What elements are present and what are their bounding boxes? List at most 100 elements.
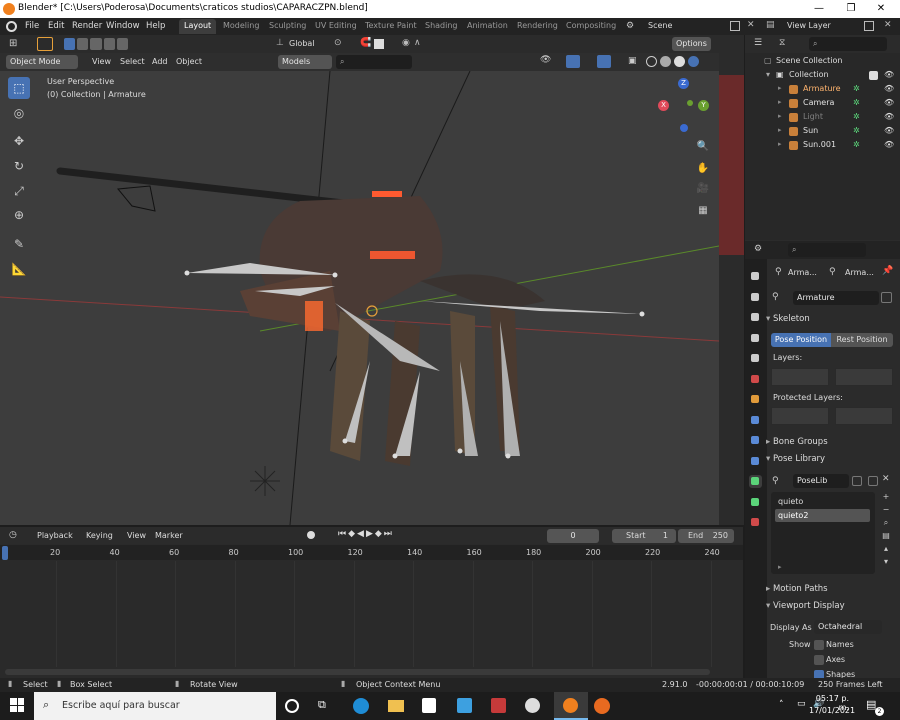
add-pose-icon[interactable]: + <box>880 492 892 503</box>
gizmo-x-axis[interactable]: X <box>658 100 669 111</box>
new-scene-icon[interactable] <box>730 21 740 31</box>
expand-icon[interactable]: ▸ <box>778 112 782 120</box>
scene-name[interactable]: Scene <box>648 21 672 30</box>
eye-icon[interactable]: 👁 <box>884 112 894 121</box>
visibility-icon[interactable]: 👁 <box>540 55 551 65</box>
view-layer-tab-icon[interactable] <box>749 332 762 345</box>
move-up-icon[interactable]: ▴ <box>880 544 892 555</box>
outliner-item[interactable]: ▸ Camera ✲ 👁 <box>760 98 900 112</box>
eye-icon[interactable]: 👁 <box>884 70 894 79</box>
apply-pose-icon[interactable]: ⌕ <box>880 518 892 529</box>
overlay-toggle-icon[interactable] <box>597 55 611 68</box>
network-icon[interactable]: ▭ <box>797 699 806 709</box>
protected-layers-grid-left[interactable] <box>771 407 829 425</box>
object-mode-dropdown[interactable]: Object Mode <box>6 55 78 69</box>
new-view-layer-icon[interactable] <box>864 21 874 31</box>
menu-edit[interactable]: Edit <box>48 21 64 31</box>
viewport-menu-object[interactable]: Object <box>176 57 202 66</box>
tool-tab-icon[interactable] <box>749 270 762 283</box>
timeline-menu-marker[interactable]: Marker <box>155 531 183 540</box>
remove-pose-icon[interactable]: − <box>880 505 892 516</box>
object-data-icon[interactable]: ✲ <box>853 98 860 107</box>
gizmo-z-axis[interactable]: Z <box>678 78 689 89</box>
outliner-item[interactable]: ▸ Light ✲ 👁 <box>760 112 900 126</box>
world-tab-icon[interactable] <box>749 373 762 386</box>
expand-icon[interactable]: ▸ <box>778 126 782 134</box>
viewport-menu-view[interactable]: View <box>92 57 111 66</box>
xray-icon[interactable]: ▣ <box>628 56 637 66</box>
start-frame-field[interactable]: Start 1 <box>612 529 676 543</box>
viewport-display-panel-header[interactable]: ▾ Viewport Display <box>766 601 896 616</box>
measure-tool-icon[interactable]: 📐 <box>8 258 30 280</box>
transform-tool-icon[interactable]: ⊕ <box>8 204 30 226</box>
blender-menu-icon[interactable] <box>6 21 17 32</box>
tab-texture-paint[interactable]: Texture Paint <box>360 19 422 34</box>
navigation-gizmo[interactable]: Z X Y <box>656 78 712 134</box>
sanitize-icon[interactable]: ▤ <box>880 531 892 542</box>
poselib-fake-user-icon[interactable] <box>852 476 862 486</box>
expand-icon[interactable]: ▸ <box>778 98 782 106</box>
delete-scene-icon[interactable]: ✕ <box>747 20 755 30</box>
gizmo-toggle-icon[interactable] <box>566 55 580 68</box>
play-icon[interactable]: ▶ <box>366 529 373 539</box>
snap-target-icon[interactable] <box>374 39 384 49</box>
tab-rendering[interactable]: Rendering <box>512 19 563 34</box>
eye-icon[interactable]: 👁 <box>884 98 894 107</box>
tab-modeling[interactable]: Modeling <box>218 19 264 34</box>
viewport-scene[interactable] <box>0 71 719 525</box>
tab-compositing[interactable]: Compositing <box>561 19 621 34</box>
object-data-icon[interactable]: ✲ <box>853 112 860 121</box>
datablock-icon[interactable]: ⚲ <box>772 292 779 302</box>
pivot-icon[interactable]: ⊙ <box>334 38 342 48</box>
cortana-icon[interactable] <box>285 699 299 713</box>
pose-library-panel-header[interactable]: ▾ Pose Library <box>766 454 896 469</box>
timeline-scrollbar[interactable] <box>5 669 710 675</box>
annotate-tool-icon[interactable]: ✎ <box>8 233 30 255</box>
record-button-icon[interactable] <box>307 531 315 539</box>
end-frame-field[interactable]: End 250 <box>678 529 734 543</box>
constraints-tab-icon[interactable] <box>749 455 762 468</box>
camera-view-icon[interactable]: 🎥 <box>692 178 714 200</box>
display-as-dropdown[interactable]: Octahedral <box>814 620 882 634</box>
falloff-icon[interactable]: ∧ <box>414 38 421 48</box>
bone-layers-grid-left[interactable] <box>771 368 829 386</box>
motion-paths-panel-header[interactable]: ▸ Motion Paths <box>766 584 896 599</box>
maximize-button[interactable]: ❐ <box>838 2 864 16</box>
bone-groups-panel-header[interactable]: ▸ Bone Groups <box>766 437 896 452</box>
delete-view-layer-icon[interactable]: ✕ <box>884 20 892 30</box>
list-expand-icon[interactable]: ▸ <box>778 563 782 571</box>
outliner-editor-icon[interactable]: ☰ <box>754 38 762 48</box>
object-data-icon[interactable]: ✲ <box>853 126 860 135</box>
cursor-tool-icon[interactable]: ◎ <box>8 102 30 124</box>
object-data-icon[interactable]: ✲ <box>853 84 860 93</box>
properties-editor-icon[interactable]: ⚙ <box>754 244 762 254</box>
collection-checkbox[interactable] <box>869 71 878 80</box>
tab-sculpting[interactable]: Sculpting <box>264 19 311 34</box>
tab-layout[interactable]: Layout <box>179 19 217 34</box>
rotate-tool-icon[interactable]: ↻ <box>8 155 30 177</box>
names-checkbox[interactable] <box>814 640 824 650</box>
eye-icon[interactable]: 👁 <box>884 126 894 135</box>
menu-render[interactable]: Render <box>72 21 102 31</box>
jump-end-icon[interactable]: ⏭ <box>384 529 392 539</box>
poselib-unlink-icon[interactable]: ✕ <box>882 474 890 484</box>
show-hidden-icons[interactable]: ˄ <box>779 700 784 710</box>
armature-name-field[interactable]: Armature <box>793 291 879 305</box>
render-tab-icon[interactable] <box>749 291 762 304</box>
timeline-menu-keying[interactable]: Keying <box>86 531 113 540</box>
edge-browser-icon[interactable] <box>353 698 369 714</box>
task-view-icon[interactable]: ⧉ <box>318 698 326 712</box>
filter-icon[interactable]: ⧖ <box>779 38 785 48</box>
view-layer-name[interactable]: View Layer <box>787 21 831 30</box>
selection-mode-buttons[interactable] <box>64 38 129 50</box>
timeline-editor-icon[interactable]: ◷ <box>9 530 17 540</box>
scene-tab-icon[interactable] <box>749 352 762 365</box>
texture-tab-icon[interactable] <box>749 516 762 529</box>
collection-filter-dropdown[interactable]: Models <box>278 55 332 69</box>
modifiers-tab-icon[interactable] <box>749 414 762 427</box>
play-reverse-icon[interactable]: ◀ <box>357 529 364 539</box>
store-icon[interactable] <box>422 698 436 713</box>
pose-item-0[interactable]: quieto <box>778 497 803 506</box>
expand-icon[interactable]: ▸ <box>778 140 782 148</box>
expand-icon[interactable]: ▸ <box>778 84 782 92</box>
